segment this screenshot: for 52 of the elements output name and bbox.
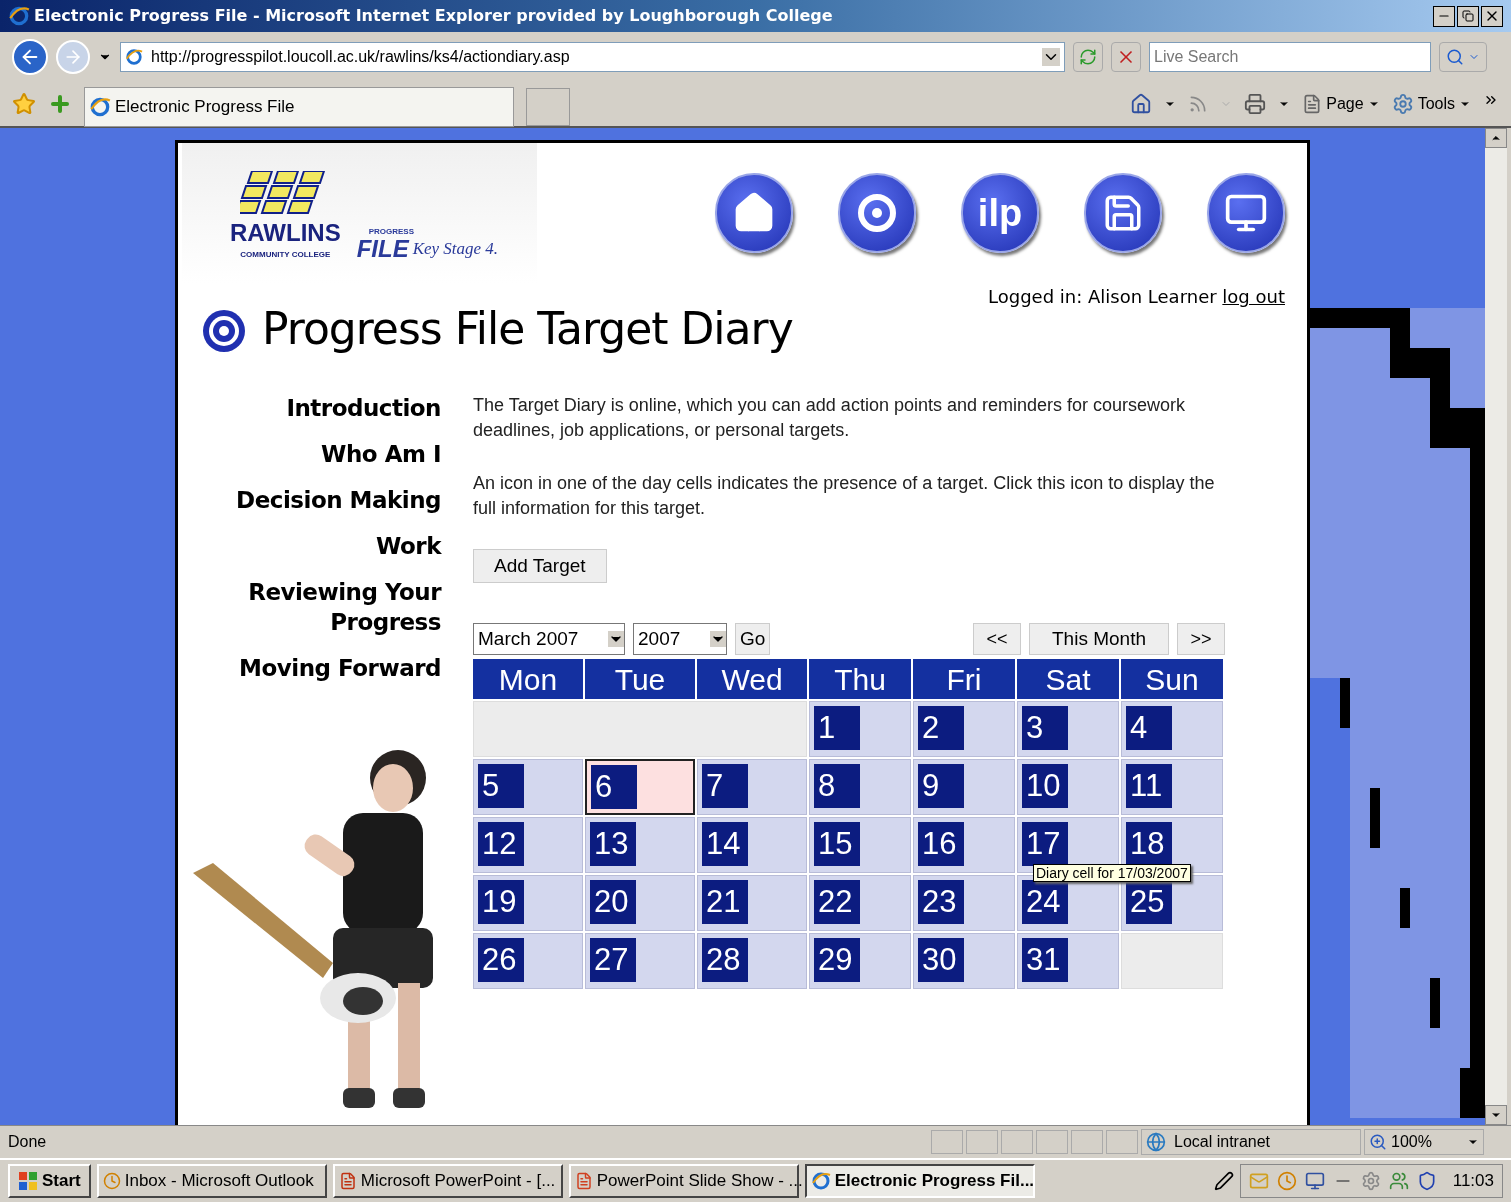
- logo-small-text: PROGRESS: [367, 227, 414, 236]
- day-number: 31: [1022, 938, 1068, 982]
- info-paragraph: The Target Diary is online, which you can add action points and reminders for coursework deadlines, job applications, or personal targets.: [473, 394, 1187, 442]
- status-text: Done: [8, 1132, 48, 1152]
- day-number: 6: [591, 765, 637, 809]
- day-number: 23: [918, 880, 964, 924]
- weekday-header: Sat: [1017, 659, 1119, 699]
- weekday-header: Wed: [697, 659, 807, 699]
- day-number: 19: [478, 880, 524, 924]
- weekday-header: Sun: [1121, 659, 1223, 699]
- day-number: 2: [918, 706, 964, 750]
- day-number: 15: [814, 822, 860, 866]
- day-number: 30: [918, 938, 964, 982]
- day-number: 8: [814, 764, 860, 808]
- day-number: 22: [814, 880, 860, 924]
- logged-in-text: Logged in: Alison Learner: [988, 286, 1217, 307]
- day-number: 9: [918, 764, 964, 808]
- day-number: 16: [918, 822, 964, 866]
- window-title: Electronic Progress File - Microsoft Internet Explorer provided by Loughborough College: [34, 5, 833, 27]
- logo-name: RAWLINS: [230, 221, 341, 245]
- logo-stage-text: Key Stage 4.: [412, 237, 499, 260]
- weekday-header: Mon: [473, 659, 583, 699]
- day-number: 3: [1022, 706, 1068, 750]
- day-number: 20: [590, 880, 636, 924]
- weekday-header: Fri: [913, 659, 1015, 699]
- day-number: 28: [702, 938, 748, 982]
- day-number: 29: [814, 938, 860, 982]
- day-number: 5: [478, 764, 524, 808]
- day-number: 11: [1126, 764, 1172, 808]
- zone-text: Local intranet: [1174, 1132, 1271, 1152]
- day-number: 21: [702, 880, 748, 924]
- day-number: 13: [590, 822, 636, 866]
- day-number: 4: [1126, 706, 1172, 750]
- day-number: 12: [478, 822, 524, 866]
- clock-text: 11:03: [1452, 1170, 1494, 1193]
- day-number: 24: [1022, 880, 1068, 924]
- weekday-header: Thu: [809, 659, 911, 699]
- page-heading: Progress File Target Diary: [262, 307, 793, 351]
- day-number: 7: [702, 764, 748, 808]
- logo-file-text: FILE: [356, 237, 409, 261]
- day-number: 1: [814, 706, 860, 750]
- weekday-header: Tue: [585, 659, 695, 699]
- info-paragraph: An icon in one of the day cells indicates the presence of a target. Click this icon to display the full information for this target.: [473, 472, 1216, 520]
- day-number: 26: [478, 938, 524, 982]
- tooltip: Diary cell for 17/03/2007: [1033, 864, 1191, 882]
- day-number: 10: [1022, 764, 1068, 808]
- day-number: 25: [1126, 880, 1172, 924]
- logo-subtitle: COMMUNITY COLLEGE: [240, 249, 331, 261]
- day-number: 18: [1126, 822, 1172, 866]
- day-number: 27: [590, 938, 636, 982]
- day-number: 14: [702, 822, 748, 866]
- day-number: 17: [1022, 822, 1068, 866]
